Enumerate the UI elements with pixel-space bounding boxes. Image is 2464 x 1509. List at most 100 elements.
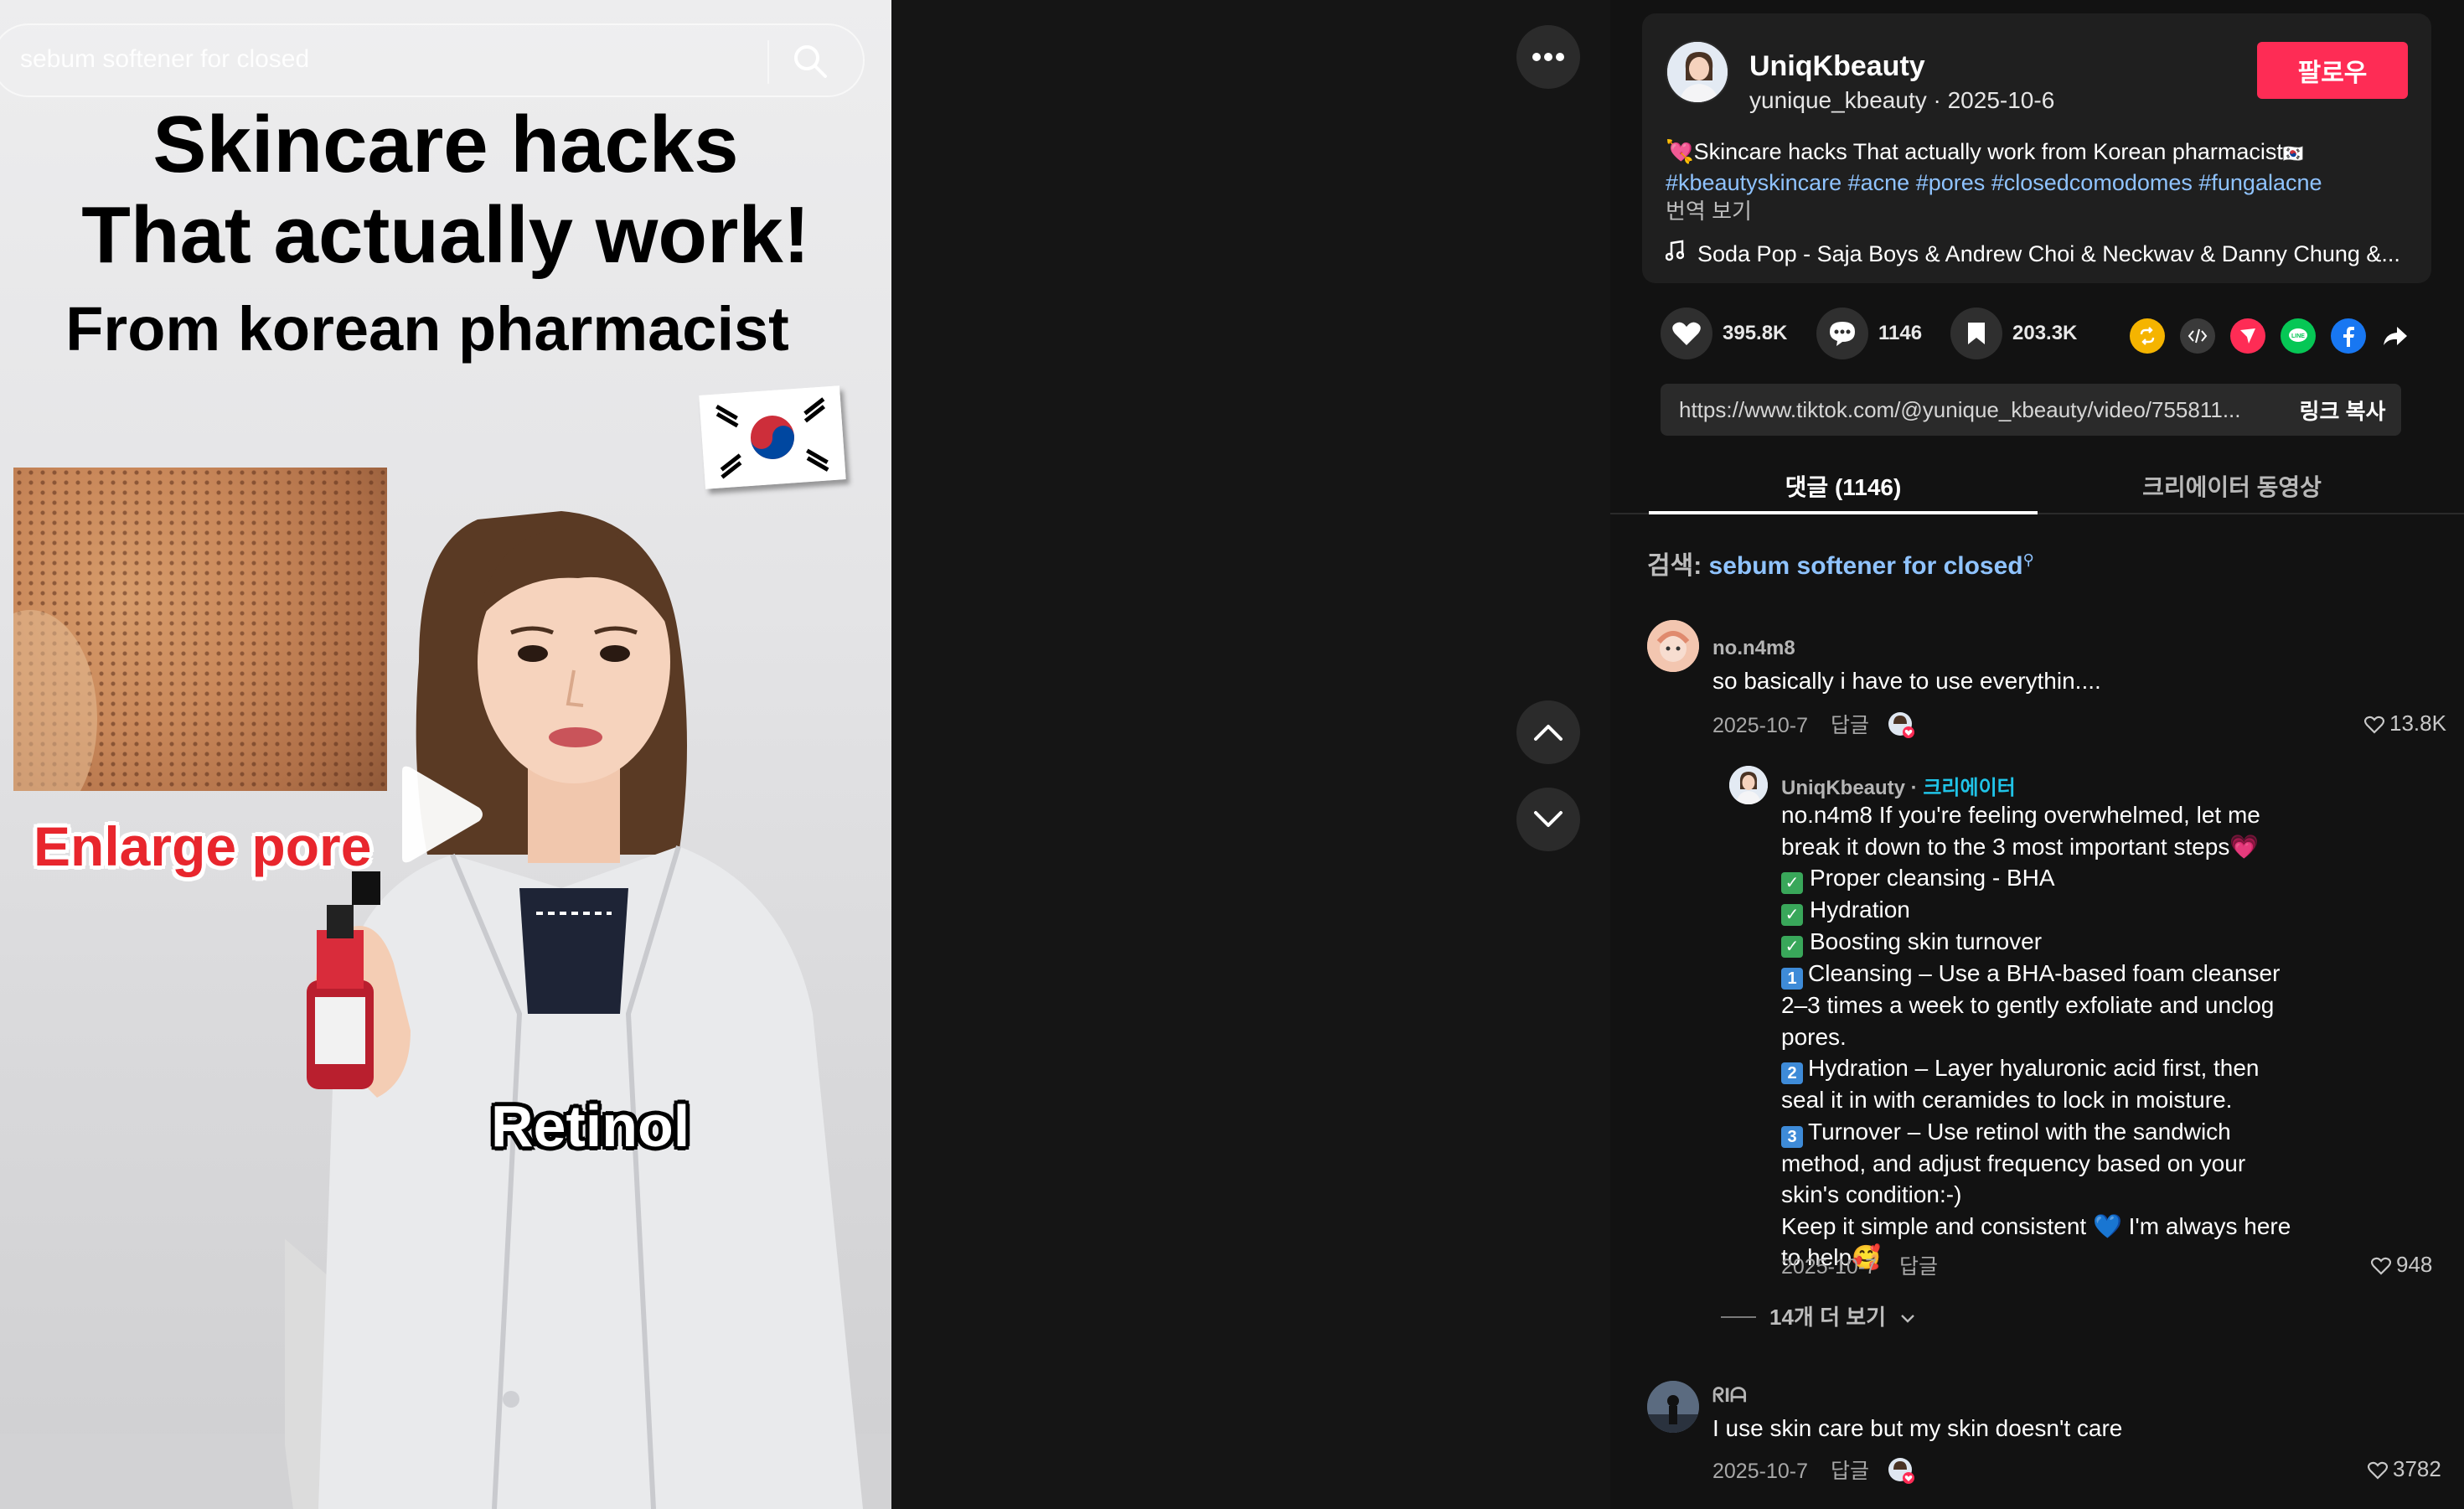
heart-outline-icon [2368, 1461, 2388, 1480]
creator-liked-avatar-icon [1888, 1458, 1914, 1484]
active-tab-underline [1649, 511, 2038, 514]
caption-heart-emoji: 💘 [1666, 139, 1694, 164]
video-caption: 💘Skincare hacks That actually work from … [1666, 137, 2411, 197]
video-navigation-area [891, 0, 1610, 1509]
comment-date: 2025-10-7 [1712, 1460, 1808, 1483]
send-icon[interactable] [2230, 318, 2265, 354]
comment-meta: 2025-10-7 답글 [1712, 709, 1915, 739]
video-title-line-2: That actually work! [81, 190, 810, 280]
comment-like[interactable]: 3782 [2368, 1456, 2441, 1482]
caption-flag-emoji: 🇰🇷 [2282, 145, 2304, 163]
comment-text: I use skin care but my skin doesn't care [1712, 1415, 2123, 1441]
video-player[interactable]: Skincare hacks That actually work! From … [0, 0, 891, 1509]
author-meta: yunique_kbeauty · 2025-10-6 [1749, 87, 2055, 113]
view-more-replies-button[interactable]: 14개 더 보기 [1721, 1300, 1915, 1331]
divider-dash [1721, 1316, 1756, 1318]
bookmark-icon [1968, 323, 1985, 344]
author-avatar[interactable] [1666, 40, 1729, 104]
comment-username[interactable]: ᖇIᗩ [1712, 1384, 1747, 1408]
comment-search-label: 검색: [1647, 552, 1709, 580]
number-three-icon: 3 [1781, 1125, 1803, 1148]
comment-meta: 2025-10-7 답글 [1712, 1455, 1915, 1485]
follow-button[interactable]: 팔로우 [2257, 42, 2408, 99]
check-icon: ✓ [1781, 936, 1803, 958]
comment-count: 1146 [1878, 322, 1923, 344]
creator-reply-text: no.n4m8 If you're feeling overwhelmed, l… [1781, 802, 2291, 1270]
actions-row: 395.8K 1146 203.3K LINE [1661, 307, 2415, 360]
video-link-url[interactable]: https://www.tiktok.com/@yunique_kbeauty/… [1679, 397, 2282, 423]
comment-action[interactable]: 1146 [1816, 307, 1922, 360]
copy-link-button[interactable]: 링크 복사 [2284, 384, 2401, 436]
play-icon[interactable] [394, 764, 486, 865]
creator-reply-username[interactable]: UniqKbeauty · 크리에이터 [1781, 771, 2016, 800]
comments-sidebar: UniqKbeauty yunique_kbeauty · 2025-10-6 … [1610, 0, 2464, 1509]
presenter-figure [285, 511, 863, 1509]
comment-username[interactable]: no.n4m8 [1712, 637, 1795, 660]
comment-date: 2025-10-7 [1712, 714, 1808, 737]
more-dots-icon [1532, 53, 1564, 61]
share-arrow-icon[interactable] [2378, 318, 2413, 354]
number-two-icon: 2 [1781, 1062, 1803, 1084]
save-count: 203.3K [2012, 322, 2078, 344]
like-action[interactable]: 395.8K [1661, 307, 1787, 360]
tab-bar: 댓글 (1146) 크리에이터 동영상 [1610, 457, 2464, 514]
comment-like-count: 13.8K [2389, 711, 2446, 736]
music-note-icon [1666, 240, 1684, 261]
caption-text: Skincare hacks That actually work from K… [1693, 139, 2283, 164]
music-title[interactable]: Soda Pop - Saja Boys & Andrew Choi & Nec… [1697, 241, 2400, 266]
next-video-button[interactable] [1516, 788, 1580, 851]
tab-creator-videos[interactable]: 크리에이터 동영상 [2038, 469, 2426, 503]
comment-bubble-icon [1830, 322, 1855, 346]
heart-outline-icon [2371, 1257, 2391, 1275]
check-icon: ✓ [1781, 872, 1803, 894]
facebook-icon[interactable] [2331, 318, 2366, 354]
search-mini-icon: ⚲ [2022, 551, 2034, 568]
music-row[interactable]: Soda Pop - Saja Boys & Andrew Choi & Nec… [1666, 240, 2400, 267]
embed-icon[interactable] [2180, 318, 2215, 354]
save-action[interactable]: 203.3K [1950, 307, 2077, 360]
heart-outline-icon [2364, 716, 2384, 734]
comment-like-count: 948 [2396, 1252, 2433, 1277]
commenter-avatar[interactable] [1647, 1381, 1699, 1433]
search-bar[interactable]: sebum softener for closed [0, 23, 865, 97]
chevron-down-icon [1901, 1315, 1915, 1323]
previous-video-button[interactable] [1516, 700, 1580, 764]
check-icon: ✓ [1781, 904, 1803, 926]
reply-button[interactable]: 답글 [1831, 714, 1869, 737]
reply-button[interactable]: 답글 [1831, 1460, 1869, 1483]
number-one-icon: 1 [1781, 968, 1803, 990]
more-options-button[interactable] [1516, 25, 1580, 89]
video-info-card: UniqKbeauty yunique_kbeauty · 2025-10-6 … [1642, 13, 2431, 283]
comment-like[interactable]: 948 [2371, 1252, 2432, 1278]
svg-text:LINE: LINE [2291, 333, 2305, 339]
commenter-avatar[interactable] [1647, 620, 1699, 672]
heart-icon [1672, 322, 1701, 345]
retinol-label: Retinol [491, 1093, 690, 1159]
enlarge-pore-label: Enlarge pore [34, 815, 372, 877]
comment-date: 2025-10-7 [1781, 1255, 1877, 1279]
search-divider [767, 40, 769, 84]
creator-tag: 크리에이터 [1923, 777, 2016, 799]
comment-text: so basically i have to use everythin.... [1712, 668, 2101, 694]
search-input[interactable]: sebum softener for closed [20, 45, 309, 74]
comment-search-term[interactable]: sebum softener for closed [1709, 552, 2023, 580]
tab-comments[interactable]: 댓글 (1146) [1649, 469, 2038, 503]
reply-button[interactable]: 답글 [1899, 1255, 1938, 1279]
korean-flag-icon [699, 385, 846, 489]
creator-liked-avatar-icon [1888, 712, 1914, 738]
caption-hashtags[interactable]: #kbeautyskincare #acne #pores #closedcom… [1666, 170, 2322, 195]
repost-icon[interactable] [2130, 318, 2165, 354]
like-count: 395.8K [1723, 322, 1788, 344]
author-name[interactable]: UniqKbeauty [1749, 50, 1925, 83]
creator-reply-avatar[interactable] [1729, 766, 1768, 804]
comment-like[interactable]: 13.8K [2364, 711, 2446, 736]
chevron-down-icon [1534, 811, 1563, 827]
line-icon[interactable]: LINE [2281, 318, 2316, 354]
creator-reply-meta: 2025-10-7 답글 [1781, 1250, 1938, 1280]
comment-search-row[interactable]: 검색: sebum softener for closed⚲ [1647, 545, 2034, 581]
translate-link[interactable]: 번역 보기 [1666, 194, 1752, 225]
search-icon[interactable] [791, 42, 829, 80]
chevron-up-icon [1534, 725, 1563, 741]
link-box: https://www.tiktok.com/@yunique_kbeauty/… [1661, 384, 2401, 436]
video-title-line-3: From korean pharmacist [65, 294, 789, 364]
